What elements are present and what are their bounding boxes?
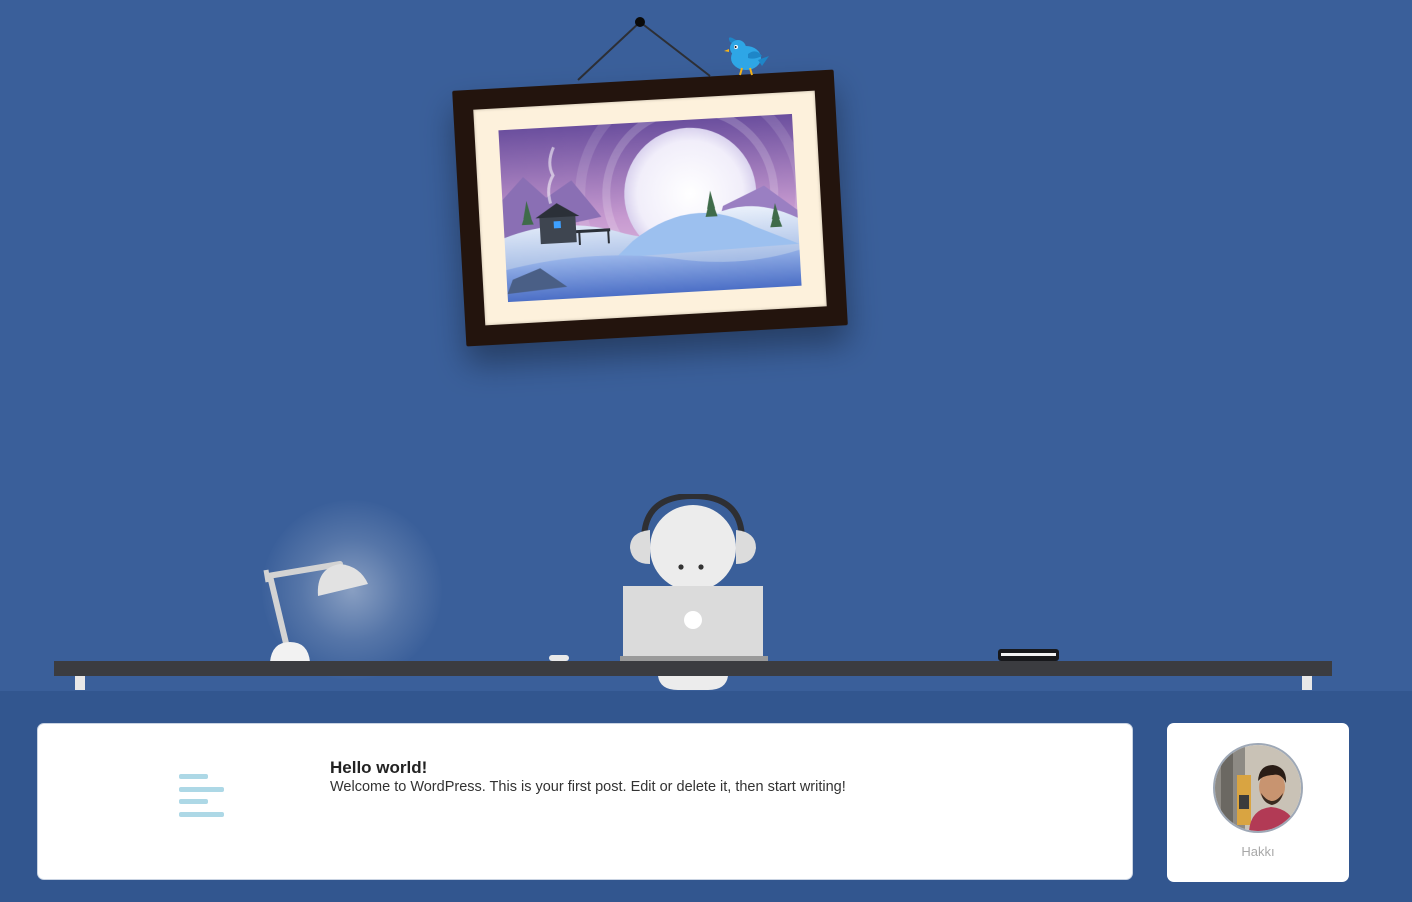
- post-card[interactable]: Hello world! Welcome to WordPress. This …: [37, 723, 1133, 880]
- post-title[interactable]: Hello world!: [330, 758, 427, 778]
- desk: [54, 661, 1332, 676]
- desk-lamp: [263, 561, 368, 662]
- phone: [998, 649, 1059, 661]
- winter-landscape-painting: [498, 113, 802, 303]
- avatar[interactable]: [1213, 743, 1303, 833]
- frame-hanger: [577, 17, 711, 81]
- author-card[interactable]: Hakkı: [1167, 723, 1349, 882]
- desk-leg-left: [75, 676, 85, 690]
- post-excerpt: Welcome to WordPress. This is your first…: [330, 779, 846, 795]
- desk-leg-right: [1302, 676, 1312, 690]
- post-lines-icon: [179, 774, 225, 820]
- author-name[interactable]: Hakkı: [1167, 844, 1349, 859]
- bird-icon: [724, 37, 769, 76]
- picture-frame: [452, 69, 848, 347]
- header-scene: [0, 0, 1412, 691]
